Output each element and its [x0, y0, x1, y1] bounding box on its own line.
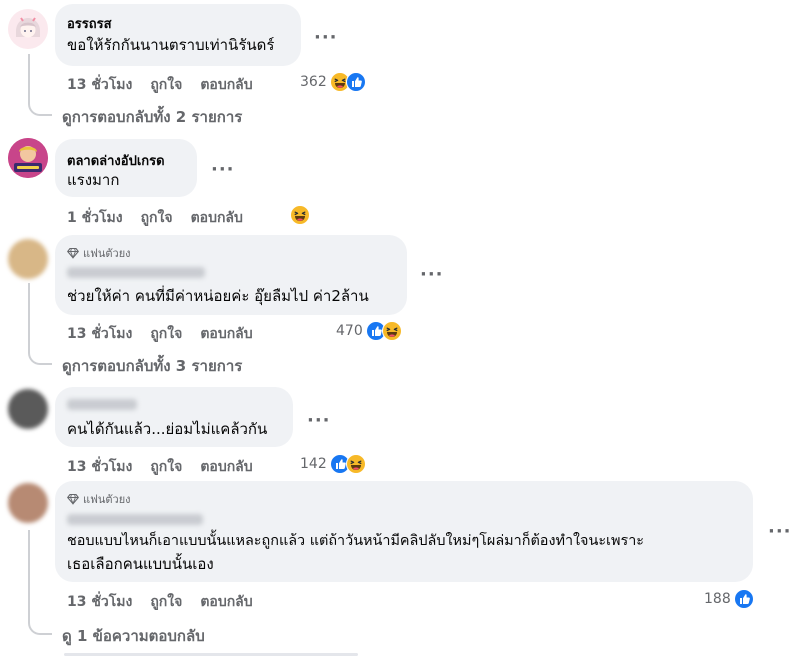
- comment-actions: 1 ชั่วโมง ถูกใจ ตอบกลับ: [67, 207, 243, 229]
- view-replies-link[interactable]: ดูการตอบกลับทั้ง 2 รายการ: [62, 105, 242, 129]
- reply-button[interactable]: ตอบกลับ: [191, 207, 243, 229]
- comment-text-line-1: ชอบแบบไหนก็เอาแบบนั้นแหละถูกแล้ว แต่ถ้าว…: [67, 533, 645, 549]
- comment-actions: 13 ชั่วโมง ถูกใจ ตอบกลับ: [67, 456, 253, 478]
- comment-text: แรงมาก: [67, 171, 120, 189]
- haha-icon: [382, 321, 402, 341]
- reaction-count: 362: [300, 74, 327, 90]
- comment-author[interactable]: อรรถรส: [67, 13, 112, 34]
- badge-label: แฟนตัวยง: [83, 493, 131, 506]
- more-options-button[interactable]: ···: [314, 29, 338, 47]
- timestamp-link[interactable]: 13 ชั่วโมง: [67, 456, 132, 478]
- avatar[interactable]: [8, 9, 48, 49]
- top-fan-badge[interactable]: แฟนตัวยง: [67, 490, 131, 508]
- reply-thread-line: [28, 54, 52, 116]
- reply-thread-line: [28, 530, 52, 635]
- avatar-anime-girl-image: [8, 9, 48, 49]
- view-replies-link[interactable]: ดูการตอบกลับทั้ง 3 รายการ: [62, 354, 242, 378]
- reply-thread-line: [28, 283, 52, 365]
- comment-text: ช่วยให้ค่า คนที่มีค่าหน่อยค่ะ อุ๊ยลืมไป …: [67, 287, 369, 305]
- reaction-summary[interactable]: 362: [300, 72, 366, 92]
- badge-label: แฟนตัวยง: [83, 247, 131, 260]
- comment-actions: 13 ชั่วโมง ถูกใจ ตอบกลับ: [67, 591, 253, 613]
- timestamp-link[interactable]: 13 ชั่วโมง: [67, 323, 132, 345]
- more-options-button[interactable]: ···: [768, 523, 792, 541]
- reply-button[interactable]: ตอบกลับ: [200, 74, 252, 96]
- diamond-icon: [67, 247, 79, 259]
- like-button[interactable]: ถูกใจ: [141, 207, 173, 229]
- comment-text: ขอให้รักกันนานตราบเท่านิรันดร์: [67, 36, 275, 54]
- avatar-page-logo-image: [8, 138, 48, 178]
- avatar[interactable]: [8, 483, 48, 523]
- comment-actions: 13 ชั่วโมง ถูกใจ ตอบกลับ: [67, 323, 253, 345]
- more-options-button[interactable]: ···: [307, 412, 331, 430]
- timestamp-link[interactable]: 13 ชั่วโมง: [67, 591, 132, 613]
- reaction-summary[interactable]: 470: [336, 321, 402, 341]
- avatar[interactable]: [8, 239, 48, 279]
- like-button[interactable]: ถูกใจ: [150, 456, 182, 478]
- diamond-icon: [67, 493, 79, 505]
- haha-icon: [290, 205, 310, 225]
- like-icon: [346, 72, 366, 92]
- comment-text-line-2: เธอเลือกคนแบบนั้นเอง: [67, 555, 214, 573]
- blurred-author-name[interactable]: [67, 514, 203, 525]
- avatar[interactable]: [8, 389, 48, 429]
- reply-button[interactable]: ตอบกลับ: [200, 456, 252, 478]
- reply-button[interactable]: ตอบกลับ: [200, 591, 252, 613]
- comment-text: คนได้กันแล้ว...ย่อมไม่แคล้วกัน: [67, 420, 268, 438]
- reaction-count: 188: [704, 591, 731, 607]
- more-options-button[interactable]: ···: [420, 266, 444, 284]
- avatar[interactable]: [8, 138, 48, 178]
- like-button[interactable]: ถูกใจ: [150, 74, 182, 96]
- view-replies-link[interactable]: ดู 1 ข้อความตอบกลับ: [62, 624, 205, 648]
- blurred-author-name[interactable]: [67, 267, 205, 278]
- reply-button[interactable]: ตอบกลับ: [200, 323, 252, 345]
- haha-icon: [346, 454, 366, 474]
- timestamp-link[interactable]: 1 ชั่วโมง: [67, 207, 123, 229]
- more-options-button[interactable]: ···: [211, 161, 235, 179]
- timestamp-link[interactable]: 13 ชั่วโมง: [67, 74, 132, 96]
- reaction-summary[interactable]: 188: [704, 589, 754, 609]
- comment-actions: 13 ชั่วโมง ถูกใจ ตอบกลับ: [67, 74, 253, 96]
- reaction-summary[interactable]: [290, 205, 310, 225]
- like-button[interactable]: ถูกใจ: [150, 323, 182, 345]
- blurred-author-name[interactable]: [67, 399, 137, 410]
- like-button[interactable]: ถูกใจ: [150, 591, 182, 613]
- like-icon: [734, 589, 754, 609]
- reaction-count: 470: [336, 323, 363, 339]
- reaction-summary[interactable]: 142: [300, 454, 366, 474]
- top-fan-badge[interactable]: แฟนตัวยง: [67, 244, 131, 262]
- reaction-count: 142: [300, 456, 327, 472]
- comment-author[interactable]: ตลาดล่างอัปเกรด: [67, 150, 165, 171]
